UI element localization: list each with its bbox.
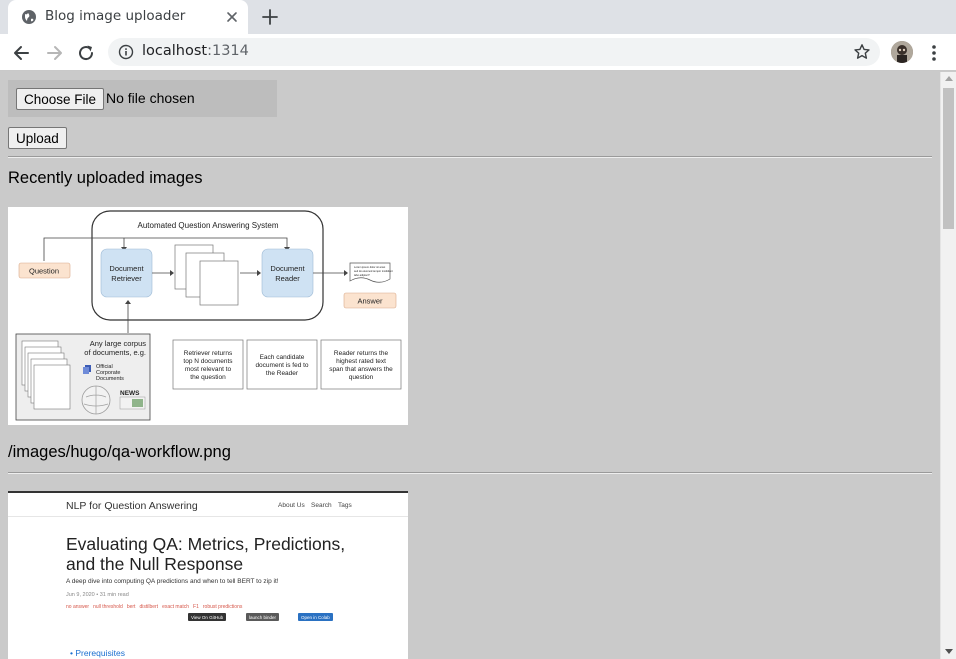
blog-brand: NLP for Question Answering (66, 500, 198, 512)
uploaded-image-blog-screenshot: NLP for Question Answering About Us Sear… (8, 491, 408, 659)
blog-header: NLP for Question Answering About Us Sear… (8, 493, 408, 517)
diagram-note3-line2: highest rated text (336, 358, 386, 365)
profile-avatar[interactable] (891, 41, 913, 63)
diagram-corpus-line2: of documents, e.g. (84, 348, 146, 357)
bookmark-star-icon[interactable] (853, 43, 871, 61)
diagram-lorem-line3: labo adipisci? (354, 273, 370, 277)
diagram-note3-line3: span that answers the (329, 366, 393, 373)
blog-tag: bert (126, 604, 136, 610)
url-host: localhost (142, 43, 208, 59)
diagram-note2-line2: document is fed to (255, 362, 308, 369)
diagram-note1-line2: top N documents (183, 358, 233, 365)
diagram-note2-line3: the Reader (266, 370, 299, 377)
url-port: :1314 (207, 43, 249, 59)
diagram-retriever-line1: Document (109, 264, 144, 273)
divider (8, 472, 932, 474)
url-text[interactable]: localhost:1314 (142, 43, 249, 59)
uploaded-image-qa-workflow: Automated Question Answering System Ques… (8, 207, 408, 425)
back-arrow-icon[interactable] (12, 43, 32, 63)
diagram-lorem-line2: sed do eiusmod tempor incididunt (354, 269, 393, 273)
diagram-reader-line1: Document (270, 264, 305, 273)
diagram-reader-line2: Reader (275, 274, 300, 283)
blog-title: Evaluating QA: Metrics, Predictions, and… (66, 534, 346, 574)
blog-tag: robust predictions (202, 604, 243, 610)
blog-tag: distilbert (139, 604, 159, 610)
file-input[interactable]: Choose File No file chosen (8, 80, 277, 117)
diagram-note3-line4: question (349, 374, 374, 381)
forward-arrow-icon[interactable] (44, 43, 64, 63)
binder-badge: launch binder (246, 613, 280, 621)
address-bar[interactable]: localhost:1314 (108, 38, 880, 66)
diagram-note3-line1: Reader returns the (334, 350, 389, 357)
tab-strip: Blog image uploader (0, 0, 956, 34)
close-icon[interactable] (224, 9, 240, 25)
divider (8, 156, 932, 158)
blog-tag: exact match (162, 604, 190, 610)
diagram-retriever-line2: Retriever (111, 274, 142, 283)
blog-meta: Jun 9, 2020 • 31 min read (66, 592, 129, 598)
new-tab-plus-icon[interactable] (261, 8, 279, 26)
browser-tab[interactable]: Blog image uploader (8, 0, 248, 34)
blog-nav-tags: Tags (338, 502, 352, 509)
diagram-lorem-line1: Lorem ipsum dolor sit amet (354, 265, 386, 269)
qa-workflow-diagram: Automated Question Answering System Ques… (8, 207, 408, 425)
image-path-text: /images/hugo/qa-workflow.png (8, 443, 231, 461)
reload-icon[interactable] (76, 43, 96, 63)
diagram-title: Automated Question Answering System (138, 221, 279, 230)
blog-toc-text: Prerequisites (75, 648, 125, 658)
scrollbar-thumb[interactable] (943, 88, 954, 229)
blog-tag: F1 (193, 604, 199, 610)
blog-nav-search: Search (311, 502, 332, 509)
github-badge: View On GitHub (188, 613, 227, 621)
info-icon[interactable] (118, 44, 134, 60)
blog-toc-item: • Prerequisites (70, 648, 125, 658)
file-status-text: No file chosen (106, 90, 195, 106)
diagram-note1-line3: most relevant to (185, 366, 232, 373)
diagram-official-line3: Documents (96, 376, 124, 382)
colab-badge: Open in Colab (298, 613, 333, 621)
diagram-answer-label: Answer (357, 297, 383, 306)
recent-images-heading: Recently uploaded images (8, 169, 203, 187)
diagram-note1-line4: the question (190, 374, 226, 381)
tab-title: Blog image uploader (45, 8, 186, 24)
diagram-question-label: Question (29, 267, 59, 276)
diagram-corpus-line1: Any large corpus (90, 339, 147, 348)
upload-button[interactable]: Upload (8, 127, 67, 149)
page-scrollbar[interactable] (940, 72, 956, 659)
blog-nav-about: About Us (278, 502, 305, 509)
diagram-note1-line1: Retriever returns (184, 350, 233, 357)
choose-file-button[interactable]: Choose File (16, 88, 105, 110)
globe-icon (22, 10, 36, 24)
scroll-down-arrow-icon[interactable] (945, 649, 953, 654)
diagram-note2-line1: Each candidate (260, 354, 305, 361)
scroll-up-arrow-icon[interactable] (945, 76, 953, 81)
browser-toolbar: localhost:1314 (0, 34, 956, 71)
blog-subtitle: A deep dive into computing QA prediction… (66, 578, 279, 585)
blog-tag: no answer (66, 604, 90, 610)
page-viewport: Choose File No file chosen Upload Recent… (0, 72, 940, 659)
blog-tag: null threshold (93, 604, 123, 610)
diagram-news-label: NEWS (120, 390, 140, 397)
kebab-menu-icon[interactable] (926, 43, 942, 63)
avatar-image (891, 41, 913, 63)
blog-tags: no answer null threshold bert distilbert exa… (66, 604, 246, 610)
